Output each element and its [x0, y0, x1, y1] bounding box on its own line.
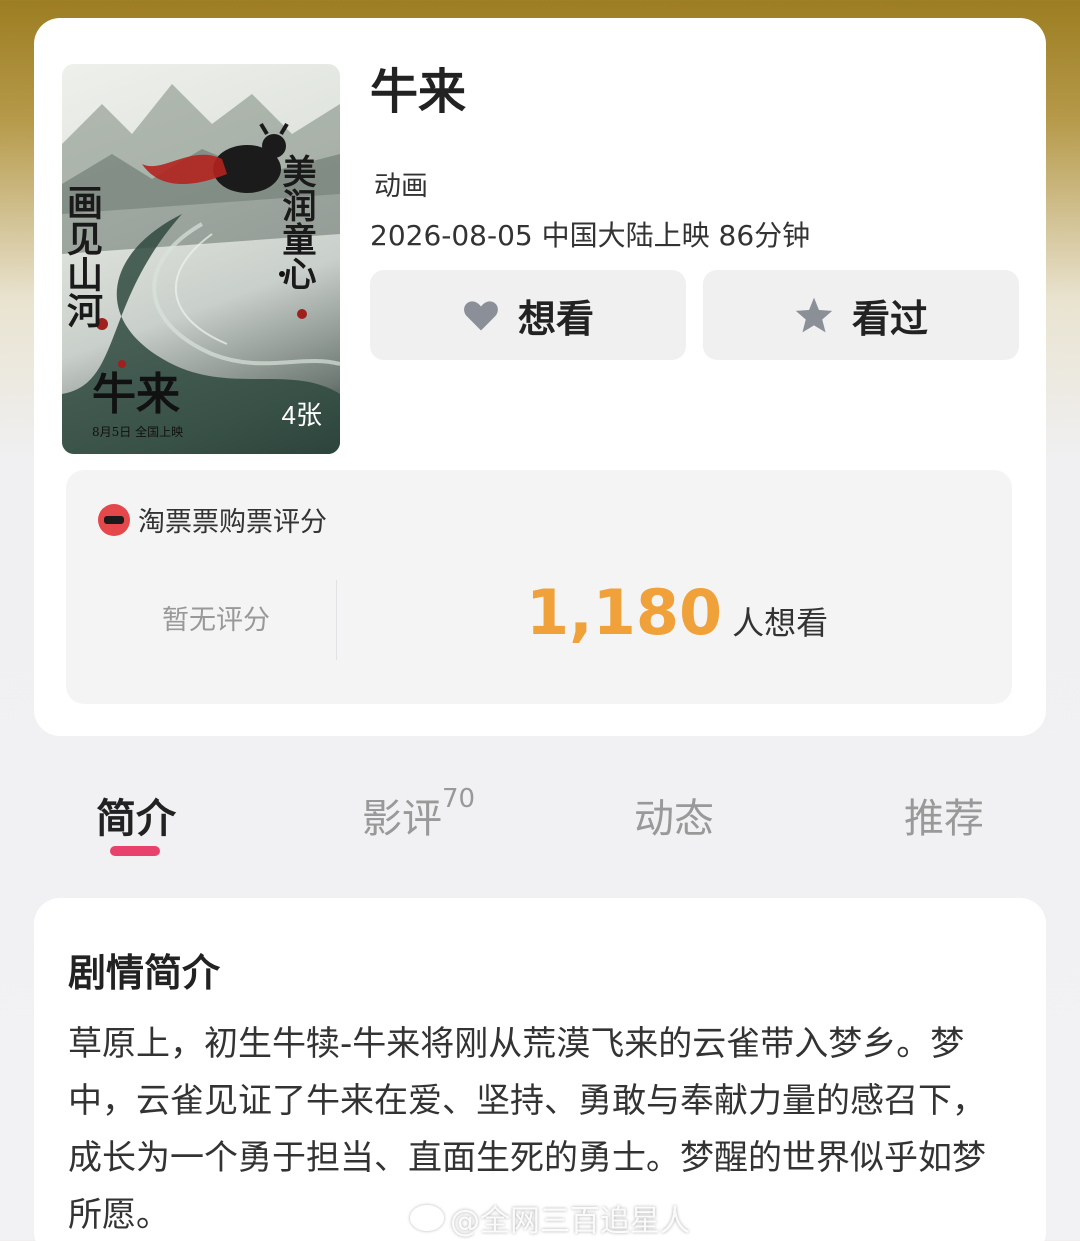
- movie-header-card: 画见山河 美润童心 牛来 8月5日 全国上映 4张 牛来 动画 2026-08-…: [34, 18, 1046, 736]
- tab-updates-label: 动态: [634, 796, 714, 842]
- tab-intro-label: 简介: [96, 796, 176, 842]
- rating-source: 淘票票购票评分: [98, 500, 327, 539]
- no-score-text: 暂无评分: [162, 605, 270, 636]
- rating-divider: [336, 580, 337, 660]
- movie-release-info: 2026-08-05 中国大陆上映 86分钟: [370, 219, 811, 252]
- tab-recommend-label: 推荐: [904, 796, 984, 842]
- movie-poster[interactable]: 画见山河 美润童心 牛来 8月5日 全国上映 4张: [62, 64, 340, 454]
- tab-intro[interactable]: 简介: [96, 786, 176, 844]
- poster-right-text: 美润童心: [276, 154, 316, 290]
- poster-left-text: 画见山河: [62, 184, 103, 328]
- want-to-watch-button[interactable]: 想看: [370, 270, 686, 360]
- watermark-text: @全网三百追星人: [450, 1204, 690, 1239]
- watched-button[interactable]: 看过: [703, 270, 1019, 360]
- rating-panel: 淘票票购票评分 暂无评分 1,180 人想看: [66, 470, 1012, 704]
- taopiaopiao-logo-icon: [98, 503, 130, 536]
- synopsis-card: 剧情简介 草原上，初生牛犊-牛来将刚从荒漠飞来的云雀带入梦乡。梦中，云雀见证了牛…: [34, 898, 1046, 1241]
- tab-reviews-count: 70: [442, 784, 476, 814]
- want-count-label: 人想看: [732, 604, 829, 642]
- want-count: 1,180: [526, 576, 723, 649]
- heart-icon: [464, 301, 498, 331]
- star-icon: [795, 297, 833, 333]
- poster-date-text: 8月5日 全国上映: [92, 424, 183, 439]
- tab-active-indicator: [110, 846, 160, 856]
- tab-reviews-label: 影评: [362, 796, 442, 842]
- movie-genre: 动画: [374, 171, 428, 202]
- tab-reviews[interactable]: 影评70: [362, 784, 476, 844]
- tab-recommend[interactable]: 推荐: [904, 786, 984, 844]
- watermark: @全网三百追星人: [410, 1196, 690, 1240]
- poster-count: 4张: [281, 400, 322, 430]
- tab-updates[interactable]: 动态: [634, 786, 714, 844]
- watched-button-label: 看过: [851, 296, 928, 341]
- rating-source-label: 淘票票购票评分: [138, 507, 327, 538]
- movie-title: 牛来: [370, 64, 467, 120]
- synopsis-title: 剧情简介: [68, 951, 221, 995]
- want-button-label: 想看: [517, 296, 594, 341]
- weibo-icon: [410, 1205, 444, 1231]
- want-count-group: 1,180 人想看: [526, 576, 828, 649]
- poster-title-text: 牛来: [92, 369, 180, 420]
